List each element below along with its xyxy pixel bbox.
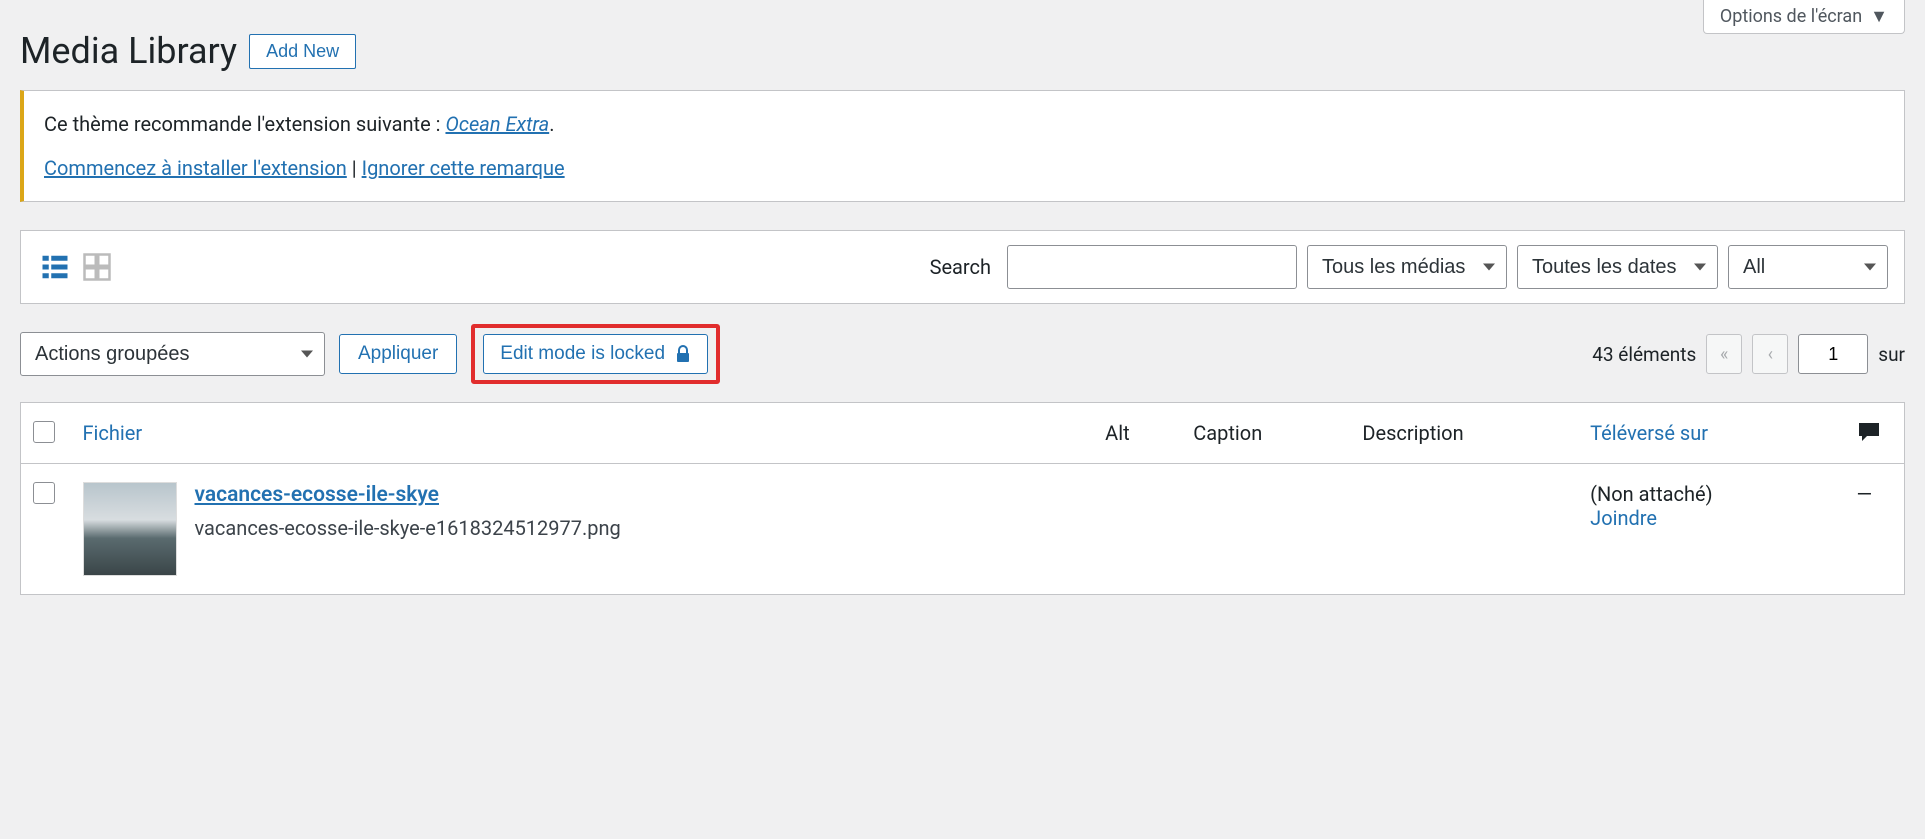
comment-icon [1857, 421, 1893, 443]
chevron-down-icon: ▼ [1870, 6, 1888, 27]
first-page-button[interactable]: « [1706, 334, 1742, 374]
page-input[interactable] [1798, 334, 1868, 374]
select-all-checkbox[interactable] [33, 421, 55, 443]
edit-mode-locked-button[interactable]: Edit mode is locked [483, 334, 708, 374]
prev-page-button[interactable]: ‹ [1752, 334, 1788, 374]
edit-mode-locked-label: Edit mode is locked [500, 343, 665, 365]
comments-cell: — [1845, 464, 1905, 595]
page-sur-label: sur [1878, 343, 1905, 366]
notice-dismiss-link[interactable]: Ignorer cette remarque [362, 156, 565, 180]
items-count: 43 éléments [1592, 343, 1696, 366]
filter-bar: Search Tous les médias Toutes les dates … [20, 230, 1905, 304]
apply-button[interactable]: Appliquer [339, 334, 457, 374]
notice-prefix: Ce thème recommande l'extension suivante… [44, 112, 445, 136]
add-new-button[interactable]: Add New [249, 34, 356, 69]
all-select[interactable]: All [1728, 245, 1888, 289]
notice-separator: | [352, 156, 362, 180]
search-label: Search [930, 255, 991, 279]
notice-box: Ce thème recommande l'extension suivante… [20, 90, 1905, 202]
col-comments[interactable] [1845, 403, 1905, 464]
col-alt: Alt [1093, 403, 1181, 464]
bulk-actions-select[interactable]: Actions groupées [20, 332, 325, 376]
notice-plugin-link[interactable]: Ocean Extra [445, 112, 549, 136]
pagination: 43 éléments « ‹ sur [1592, 334, 1905, 374]
col-uploaded[interactable]: Téléversé sur [1578, 403, 1844, 464]
highlight-annotation: Edit mode is locked [471, 324, 720, 384]
col-caption: Caption [1181, 403, 1350, 464]
search-input[interactable] [1007, 245, 1297, 289]
notice-suffix: . [549, 112, 554, 136]
grid-view-icon[interactable] [79, 249, 115, 285]
file-name: vacances-ecosse-ile-skye-e1618324512977.… [195, 513, 621, 543]
row-checkbox[interactable] [33, 482, 55, 504]
dates-select[interactable]: Toutes les dates [1517, 245, 1718, 289]
screen-options-label: Options de l'écran [1720, 6, 1862, 27]
page-title: Media Library [20, 30, 237, 72]
screen-options-button[interactable]: Options de l'écran ▼ [1703, 0, 1905, 34]
list-view-icon[interactable] [37, 249, 73, 285]
attach-link[interactable]: Joindre [1590, 506, 1657, 530]
media-type-select[interactable]: Tous les médias [1307, 245, 1507, 289]
file-title-link[interactable]: vacances-ecosse-ile-skye [195, 483, 439, 507]
col-file[interactable]: Fichier [71, 403, 1094, 464]
notice-install-link[interactable]: Commencez à installer l'extension [44, 156, 347, 180]
media-table: Fichier Alt Caption Description Télévers… [20, 402, 1905, 595]
table-row: vacances-ecosse-ile-skye vacances-ecosse… [21, 464, 1905, 595]
thumbnail[interactable] [83, 482, 177, 576]
lock-icon [675, 345, 691, 363]
uploaded-status: (Non attaché) [1590, 482, 1832, 506]
col-description: Description [1350, 403, 1578, 464]
